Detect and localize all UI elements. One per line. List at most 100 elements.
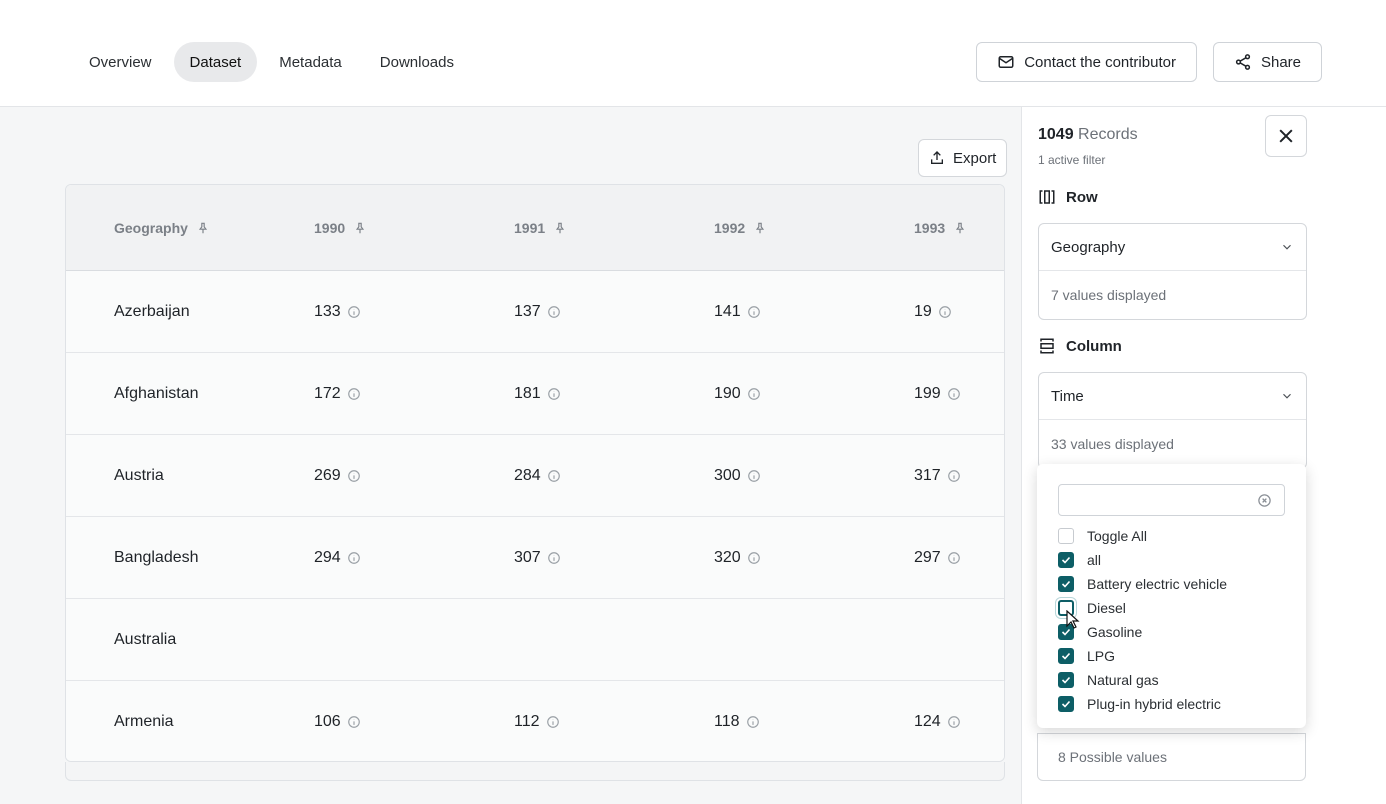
info-icon[interactable]	[947, 387, 961, 401]
info-icon[interactable]	[947, 715, 961, 729]
info-icon[interactable]	[747, 551, 761, 565]
checkbox[interactable]	[1058, 648, 1074, 664]
header-1990[interactable]: 1990	[314, 185, 367, 271]
cell-value: 19	[914, 271, 952, 353]
info-icon[interactable]	[546, 715, 560, 729]
checkbox[interactable]	[1058, 576, 1074, 592]
active-filter-text: 1 active filter	[1038, 153, 1106, 167]
share-button[interactable]: Share	[1212, 42, 1322, 82]
row-label: Row	[1066, 188, 1098, 206]
row-values-displayed[interactable]: 7 values displayed	[1039, 271, 1306, 319]
pin-icon[interactable]	[353, 221, 367, 235]
info-icon[interactable]	[347, 469, 361, 483]
cell-text: 269	[314, 467, 341, 484]
cell-text: Armenia	[114, 713, 174, 730]
filter-option[interactable]: Plug-in hybrid electric	[1058, 692, 1221, 716]
cell-value: 137	[514, 271, 561, 353]
cell-text: 284	[514, 467, 541, 484]
checkbox[interactable]	[1058, 696, 1074, 712]
filter-option-label: Gasoline	[1087, 624, 1143, 640]
info-icon[interactable]	[347, 387, 361, 401]
info-icon[interactable]	[347, 551, 361, 565]
close-panel-button[interactable]	[1265, 115, 1307, 157]
filter-option[interactable]: Natural gas	[1058, 668, 1159, 692]
header-geography[interactable]: Geography	[114, 185, 210, 271]
export-button[interactable]: Export	[918, 139, 1008, 177]
cell-value: 284	[514, 435, 561, 517]
info-icon[interactable]	[547, 387, 561, 401]
tab-downloads[interactable]: Downloads	[364, 42, 470, 82]
cell-text: 112	[514, 713, 540, 730]
info-icon[interactable]	[547, 469, 561, 483]
cell-text: Bangladesh	[114, 549, 199, 566]
filter-option-label: LPG	[1087, 648, 1116, 664]
cell-text: 133	[314, 303, 341, 320]
header-1992[interactable]: 1992	[714, 185, 767, 271]
info-icon[interactable]	[746, 715, 760, 729]
cell-text: 118	[714, 713, 740, 730]
filter-option[interactable]: all	[1058, 548, 1101, 572]
filter-option-label: Natural gas	[1087, 672, 1159, 688]
table-row: Austria 269 284 300 317	[66, 435, 1004, 517]
cell-text: 106	[314, 713, 341, 730]
table-row: Azerbaijan 133 137 141 19	[66, 271, 1004, 353]
info-icon[interactable]	[747, 469, 761, 483]
cell-text: Azerbaijan	[114, 303, 190, 320]
tab-overview[interactable]: Overview	[73, 42, 168, 82]
filter-search-input[interactable]	[1058, 484, 1285, 516]
top-bar: Overview Dataset Metadata Downloads Cont…	[0, 0, 1386, 107]
header-label: 1992	[714, 220, 746, 236]
pin-icon[interactable]	[196, 221, 210, 235]
info-icon[interactable]	[747, 305, 761, 319]
dataset-main: Export Geography 1990 1991 1992 1993 Aze…	[0, 107, 1021, 804]
cell-value: 112	[514, 681, 560, 761]
cell-value: 190	[714, 353, 761, 435]
contact-contributor-label: Contact the contributor	[1024, 53, 1176, 71]
column-select-box: Time 33 values displayed	[1038, 372, 1307, 469]
column-select-value: Time	[1051, 387, 1084, 405]
filter-option[interactable]: LPG	[1058, 644, 1115, 668]
info-icon[interactable]	[947, 551, 961, 565]
header-label: 1991	[514, 220, 546, 236]
table-row: Australia	[66, 599, 1004, 681]
info-icon[interactable]	[547, 551, 561, 565]
filter-option-label: Toggle All	[1087, 528, 1147, 544]
info-icon[interactable]	[547, 305, 561, 319]
header-1993[interactable]: 1993	[914, 185, 967, 271]
table-row: Afghanistan 172 181 190 199	[66, 353, 1004, 435]
close-icon	[1279, 129, 1293, 143]
header-label: Geography	[114, 220, 188, 236]
cell-text: 172	[314, 385, 341, 402]
tab-dataset[interactable]: Dataset	[173, 42, 258, 82]
column-select[interactable]: Time	[1039, 373, 1306, 420]
data-table: Geography 1990 1991 1992 1993 Azerbaijan…	[65, 184, 1005, 762]
filter-option[interactable]: Battery electric vehicle	[1058, 572, 1227, 596]
filter-option-label: Diesel	[1087, 600, 1126, 616]
pin-icon[interactable]	[953, 221, 967, 235]
info-icon[interactable]	[347, 715, 361, 729]
contact-contributor-button[interactable]: Contact the contributor	[976, 42, 1197, 82]
header-label: 1990	[314, 220, 346, 236]
filter-dropdown: Toggle All all Battery electric vehicle Die…	[1037, 464, 1306, 728]
clear-circle-icon[interactable]	[1257, 493, 1272, 508]
info-icon[interactable]	[347, 305, 361, 319]
mail-icon	[998, 56, 1014, 68]
cell-text: 141	[714, 303, 741, 320]
checkbox[interactable]	[1058, 552, 1074, 568]
pin-icon[interactable]	[553, 221, 567, 235]
cell-value: 307	[514, 517, 561, 599]
info-icon[interactable]	[947, 469, 961, 483]
info-icon[interactable]	[747, 387, 761, 401]
cell-text: 307	[514, 549, 541, 566]
filter-option[interactable]: Toggle All	[1058, 524, 1147, 548]
possible-values[interactable]: 8 Possible values	[1037, 733, 1306, 781]
header-1991[interactable]: 1991	[514, 185, 567, 271]
checkbox[interactable]	[1058, 672, 1074, 688]
row-select[interactable]: Geography	[1039, 224, 1306, 271]
info-icon[interactable]	[938, 305, 952, 319]
checkbox[interactable]	[1058, 528, 1074, 544]
tab-metadata[interactable]: Metadata	[263, 42, 358, 82]
header-label: 1993	[914, 220, 946, 236]
column-values-displayed[interactable]: 33 values displayed	[1039, 420, 1306, 468]
pin-icon[interactable]	[753, 221, 767, 235]
